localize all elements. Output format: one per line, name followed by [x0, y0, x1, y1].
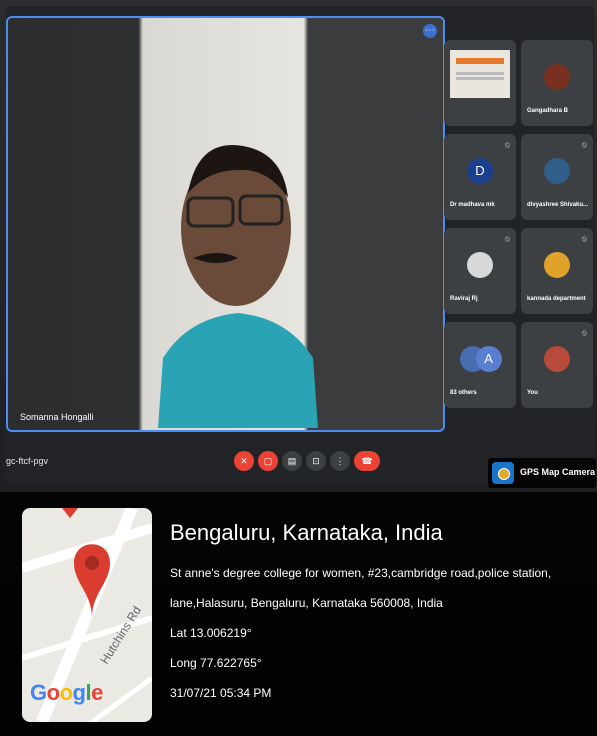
camera-off-icon[interactable]: ▢ — [258, 451, 278, 471]
participant-name: Dr madhava mk — [450, 202, 495, 208]
speaker-figure — [158, 144, 318, 428]
address-line-1: St anne's degree college for women, #23,… — [170, 566, 552, 580]
location-title: Bengaluru, Karnataka, India — [170, 520, 443, 545]
mic-off-icon: ⦸ — [504, 234, 510, 243]
participant-name: Raviraj Rj — [450, 296, 478, 302]
participant-tile[interactable]: ⋯ — [444, 40, 516, 126]
map-thumbnail: Hutchins Rd Google — [22, 508, 152, 722]
lens-icon — [498, 468, 510, 480]
participant-tile[interactable]: Gangadhara B — [521, 40, 593, 126]
longitude: Long 77.622765° — [170, 656, 262, 670]
speaker-name: Somanna Hongalli — [20, 412, 94, 422]
participant-tile[interactable]: ⦸ divyashree Shivaku... — [521, 134, 593, 220]
gps-camera-logo-icon — [492, 462, 514, 484]
main-speaker-tile[interactable]: ⋯ Somanna Hongalli — [6, 16, 445, 432]
address-line-2: lane,Halasuru, Bengaluru, Karnataka 5600… — [170, 596, 443, 610]
hang-up-icon[interactable]: ☎ — [354, 451, 380, 471]
more-vert-icon[interactable]: ⋮ — [330, 451, 350, 471]
avatar — [544, 346, 570, 372]
participant-tile[interactable]: ⦸ D Dr madhava mk — [444, 134, 516, 220]
gps-camera-badge: GPS Map Camera — [488, 458, 596, 488]
captions-icon[interactable]: ▤ — [282, 451, 302, 471]
avatar — [467, 252, 493, 278]
more-options-icon[interactable]: ⋯ — [502, 46, 510, 55]
google-logo: Google — [30, 680, 103, 705]
microphone-off-icon[interactable]: ✕ — [234, 451, 254, 471]
participant-name: Gangadhara B — [527, 108, 569, 114]
mic-off-icon: ⦸ — [581, 234, 587, 243]
participant-name: You — [527, 390, 538, 396]
meeting-code: gc-ftcf-pgv — [6, 456, 49, 466]
tile-more-options-icon[interactable]: ⋯ — [423, 24, 437, 38]
gps-camera-title: GPS Map Camera — [520, 467, 596, 477]
mic-off-icon: ⦸ — [581, 140, 587, 149]
avatar: A — [475, 346, 502, 372]
avatar: D — [467, 158, 493, 184]
participant-name: divyashree Shivaku... — [527, 202, 589, 208]
latitude: Lat 13.006219° — [170, 626, 252, 640]
present-icon[interactable]: ⊡ — [306, 451, 326, 471]
meeting-screen: ⋯ Somanna Hongalli ⋯ Gangadhara B ⦸ D Dr… — [6, 6, 594, 486]
location-stamp: Hutchins Rd Google Bengaluru, Karnataka,… — [0, 492, 597, 736]
avatar — [544, 64, 570, 90]
avatar — [544, 158, 570, 184]
participant-tile[interactable]: ⦸ You — [521, 322, 593, 408]
participant-name: kannada department — [527, 296, 586, 302]
avatar — [544, 252, 570, 278]
participant-tile[interactable]: A 83 others — [444, 322, 516, 408]
participant-tile[interactable]: ⦸ kannada department — [521, 228, 593, 314]
mic-off-icon: ⦸ — [504, 140, 510, 149]
shared-screen-thumbnail — [450, 50, 510, 98]
participant-tile[interactable]: ⦸ Raviraj Rj — [444, 228, 516, 314]
mic-off-icon: ⦸ — [581, 328, 587, 337]
date-time: 31/07/21 05:34 PM — [170, 686, 272, 700]
participant-name: 83 others — [450, 390, 477, 396]
